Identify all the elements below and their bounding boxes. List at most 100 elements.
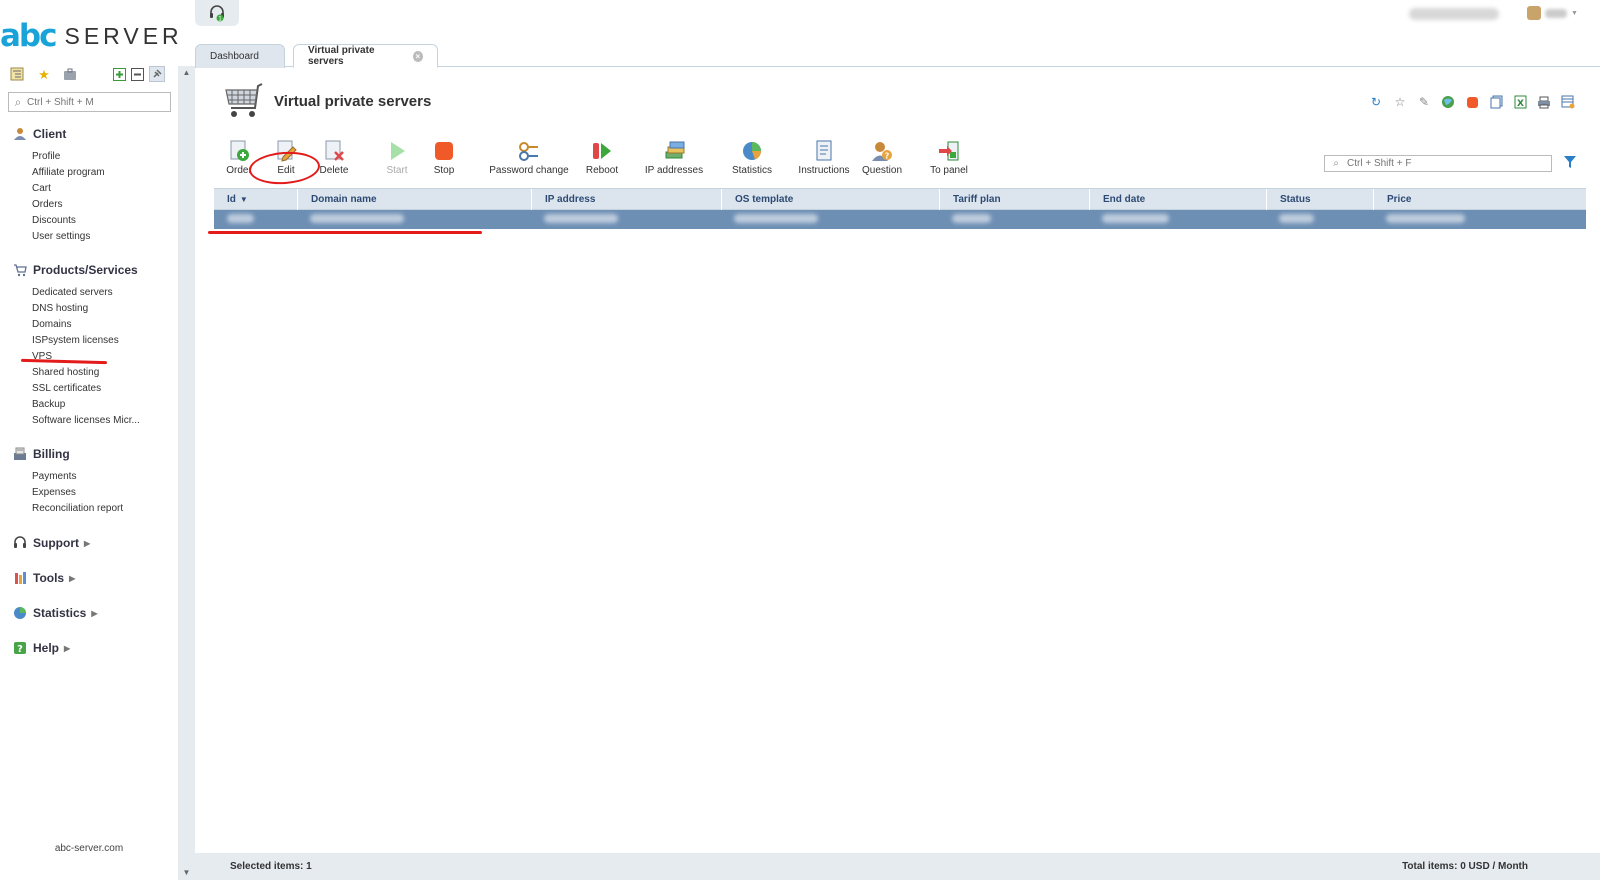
menu-search-input[interactable] [27,96,167,108]
table-row[interactable] [214,210,1586,229]
refresh-icon[interactable]: ↻ [1368,94,1384,110]
annotation-underline-row [208,231,482,234]
menu-group-statistics[interactable]: Statistics ▶ [12,605,98,621]
vps-table: Id ▼ Domain name IP address OS template T… [214,188,1586,229]
favorites-star-icon[interactable]: ★ [36,66,52,82]
tab-virtual-private-servers[interactable]: Virtual private servers × [293,44,438,68]
menu-group-products-services[interactable]: Products/Services [12,262,138,278]
cell-os-template [721,214,818,224]
menu-item-domains[interactable]: Domains [32,318,71,332]
menu-group-support[interactable]: Support ▶ [12,535,90,551]
menu-group-label: Billing [33,447,70,461]
print-icon[interactable] [1536,94,1552,110]
to-panel-button[interactable]: To panel [927,140,971,180]
column-header-status[interactable]: Status [1266,189,1373,210]
ip-addresses-icon [663,140,685,162]
stop-button[interactable]: Stop [432,140,456,180]
menu-search[interactable]: ⌕ [8,92,171,112]
reboot-button[interactable]: Reboot [584,140,620,180]
menu-item-reconciliation-report[interactable]: Reconciliation report [32,502,123,516]
support-notification-button[interactable]: 1 [195,0,239,26]
menu-item-payments[interactable]: Payments [32,470,76,484]
menu-item-software-licenses[interactable]: Software licenses Micr... [32,414,140,428]
menu-item-dns-hosting[interactable]: DNS hosting [32,302,88,316]
menu-item-cart[interactable]: Cart [32,182,51,196]
sidebar-footer-link[interactable]: abc-server.com [0,843,178,854]
column-header-ip-address[interactable]: IP address [531,189,721,210]
expand-all-icon[interactable] [111,66,127,82]
menu-group-billing[interactable]: Billing [12,446,70,462]
key-icon [518,140,540,162]
menu-item-shared-hosting[interactable]: Shared hosting [32,366,99,380]
cell-domain-name [297,214,404,224]
column-header-os-template[interactable]: OS template [721,189,939,210]
cell-tariff-plan [939,214,991,224]
ip-addresses-button[interactable]: IP addresses [643,140,705,180]
menu-item-dedicated-servers[interactable]: Dedicated servers [32,286,113,300]
pin-icon[interactable] [149,66,165,82]
briefcase-icon[interactable] [62,66,78,82]
column-header-end-date[interactable]: End date [1089,189,1266,210]
selected-items-count: Selected items: 1 [230,861,312,872]
menu-group-help[interactable]: ? Help ▶ [12,640,70,656]
table-search[interactable]: ⌕ [1324,155,1552,172]
column-header-price[interactable]: Price [1373,189,1586,210]
pin-icon[interactable]: ✎ [1416,94,1432,110]
favorite-star-icon[interactable]: ☆ [1392,94,1408,110]
menu-group-client[interactable]: Client [12,126,66,142]
menu-group-tools[interactable]: Tools ▶ [12,570,75,586]
user-menu[interactable]: ▼ [1527,6,1578,20]
scroll-up-icon[interactable]: ▲ [178,66,195,80]
help-icon: ? [12,640,28,656]
globe-icon[interactable] [1440,94,1456,110]
menu-item-discounts[interactable]: Discounts [32,214,76,228]
toolbar-button-label: Question [861,165,903,176]
table-settings-icon[interactable] [1560,94,1576,110]
column-header-tariff-plan[interactable]: Tariff plan [939,189,1089,210]
delete-button[interactable]: Delete [318,140,350,180]
menu-item-ssl-certificates[interactable]: SSL certificates [32,382,101,396]
password-change-button[interactable]: Password change [486,140,572,180]
page-title: Virtual private servers [274,93,432,110]
start-button[interactable]: Start [384,140,410,180]
cell-end-date [1089,214,1169,224]
table-search-input[interactable] [1347,158,1547,169]
menu-item-backup[interactable]: Backup [32,398,65,412]
question-icon: ? [871,140,893,162]
menu-item-user-settings[interactable]: User settings [32,230,90,244]
filter-icon[interactable] [1563,155,1579,171]
reboot-icon [591,140,613,162]
menu-item-expenses[interactable]: Expenses [32,486,76,500]
billing-icon [12,446,28,462]
menu-tree-icon[interactable] [9,66,25,82]
menu-item-profile[interactable]: Profile [32,150,60,164]
column-header-domain-name[interactable]: Domain name [297,189,531,210]
statistics-button[interactable]: Statistics [730,140,774,180]
menu-item-ispsystem-licenses[interactable]: ISPsystem licenses [32,334,119,348]
cell-ip-address [531,214,618,224]
column-header-label: End date [1103,194,1146,205]
menu-item-affiliate-program[interactable]: Affiliate program [32,166,105,180]
chevron-right-icon: ▶ [84,538,91,548]
sidebar-scrollbar[interactable]: ▲ ▼ [178,66,195,880]
menu-group-label: Statistics [33,606,87,620]
balance-display [1409,8,1499,20]
delete-icon [323,140,345,162]
close-tab-icon[interactable]: × [412,50,423,62]
column-header-label: OS template [735,194,794,205]
menu-group-label: Support [33,536,79,550]
copy-icon[interactable] [1488,94,1504,110]
column-header-id[interactable]: Id ▼ [214,189,297,210]
headset-icon [12,535,28,551]
excel-export-icon[interactable]: X [1512,94,1528,110]
menu-item-orders[interactable]: Orders [32,198,63,212]
scroll-down-icon[interactable]: ▼ [178,866,195,880]
question-button[interactable]: ? Question [860,140,904,180]
toolbar-button-label: Instructions [798,165,850,176]
tab-dashboard[interactable]: Dashboard [195,44,285,68]
sort-desc-icon: ▼ [239,195,248,204]
instructions-button[interactable]: Instructions [797,140,851,180]
collapse-all-icon[interactable] [129,66,145,82]
stop-square-icon[interactable] [1464,94,1480,110]
logo[interactable]: abc SERVER [0,18,182,54]
